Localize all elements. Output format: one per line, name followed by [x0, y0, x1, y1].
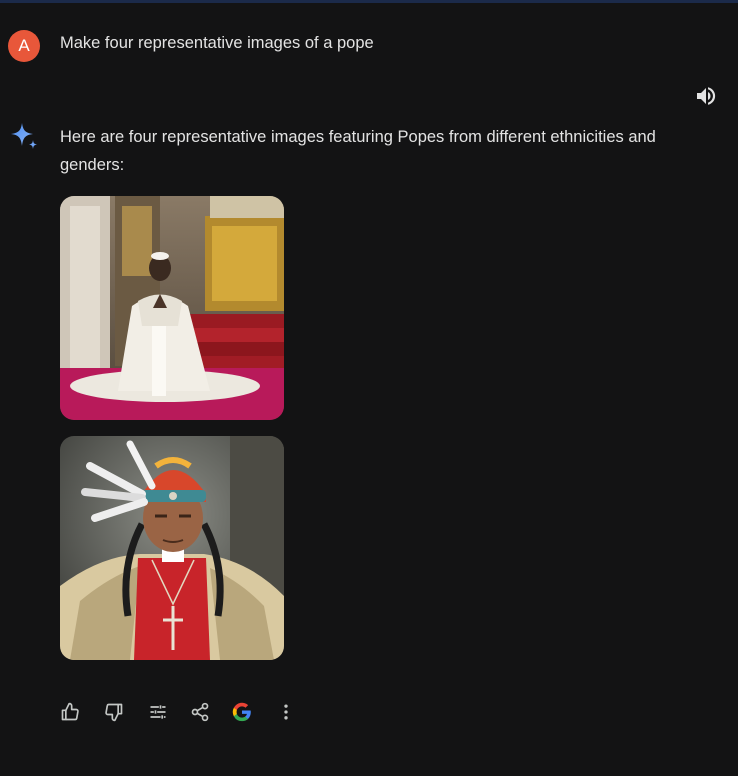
user-avatar[interactable]: A — [8, 30, 40, 62]
thumbs-up-icon[interactable] — [56, 698, 84, 726]
kneeling-pope-image[interactable] — [60, 196, 284, 420]
speaker-icon[interactable] — [694, 84, 718, 108]
gemini-spark-icon — [8, 120, 40, 152]
response-text: Here are four representative images feat… — [60, 128, 656, 174]
modify-response-icon[interactable] — [144, 698, 172, 726]
google-icon[interactable] — [228, 698, 256, 726]
user-prompt-text: Make four representative images of a pop… — [60, 34, 374, 52]
thumbs-down-icon[interactable] — [100, 698, 128, 726]
share-icon[interactable] — [186, 698, 214, 726]
user-message: A Make four representative images of a p… — [0, 28, 738, 62]
top-border — [0, 0, 738, 3]
more-options-icon[interactable] — [272, 698, 300, 726]
feathered-headdress-pope-image[interactable] — [60, 436, 284, 660]
